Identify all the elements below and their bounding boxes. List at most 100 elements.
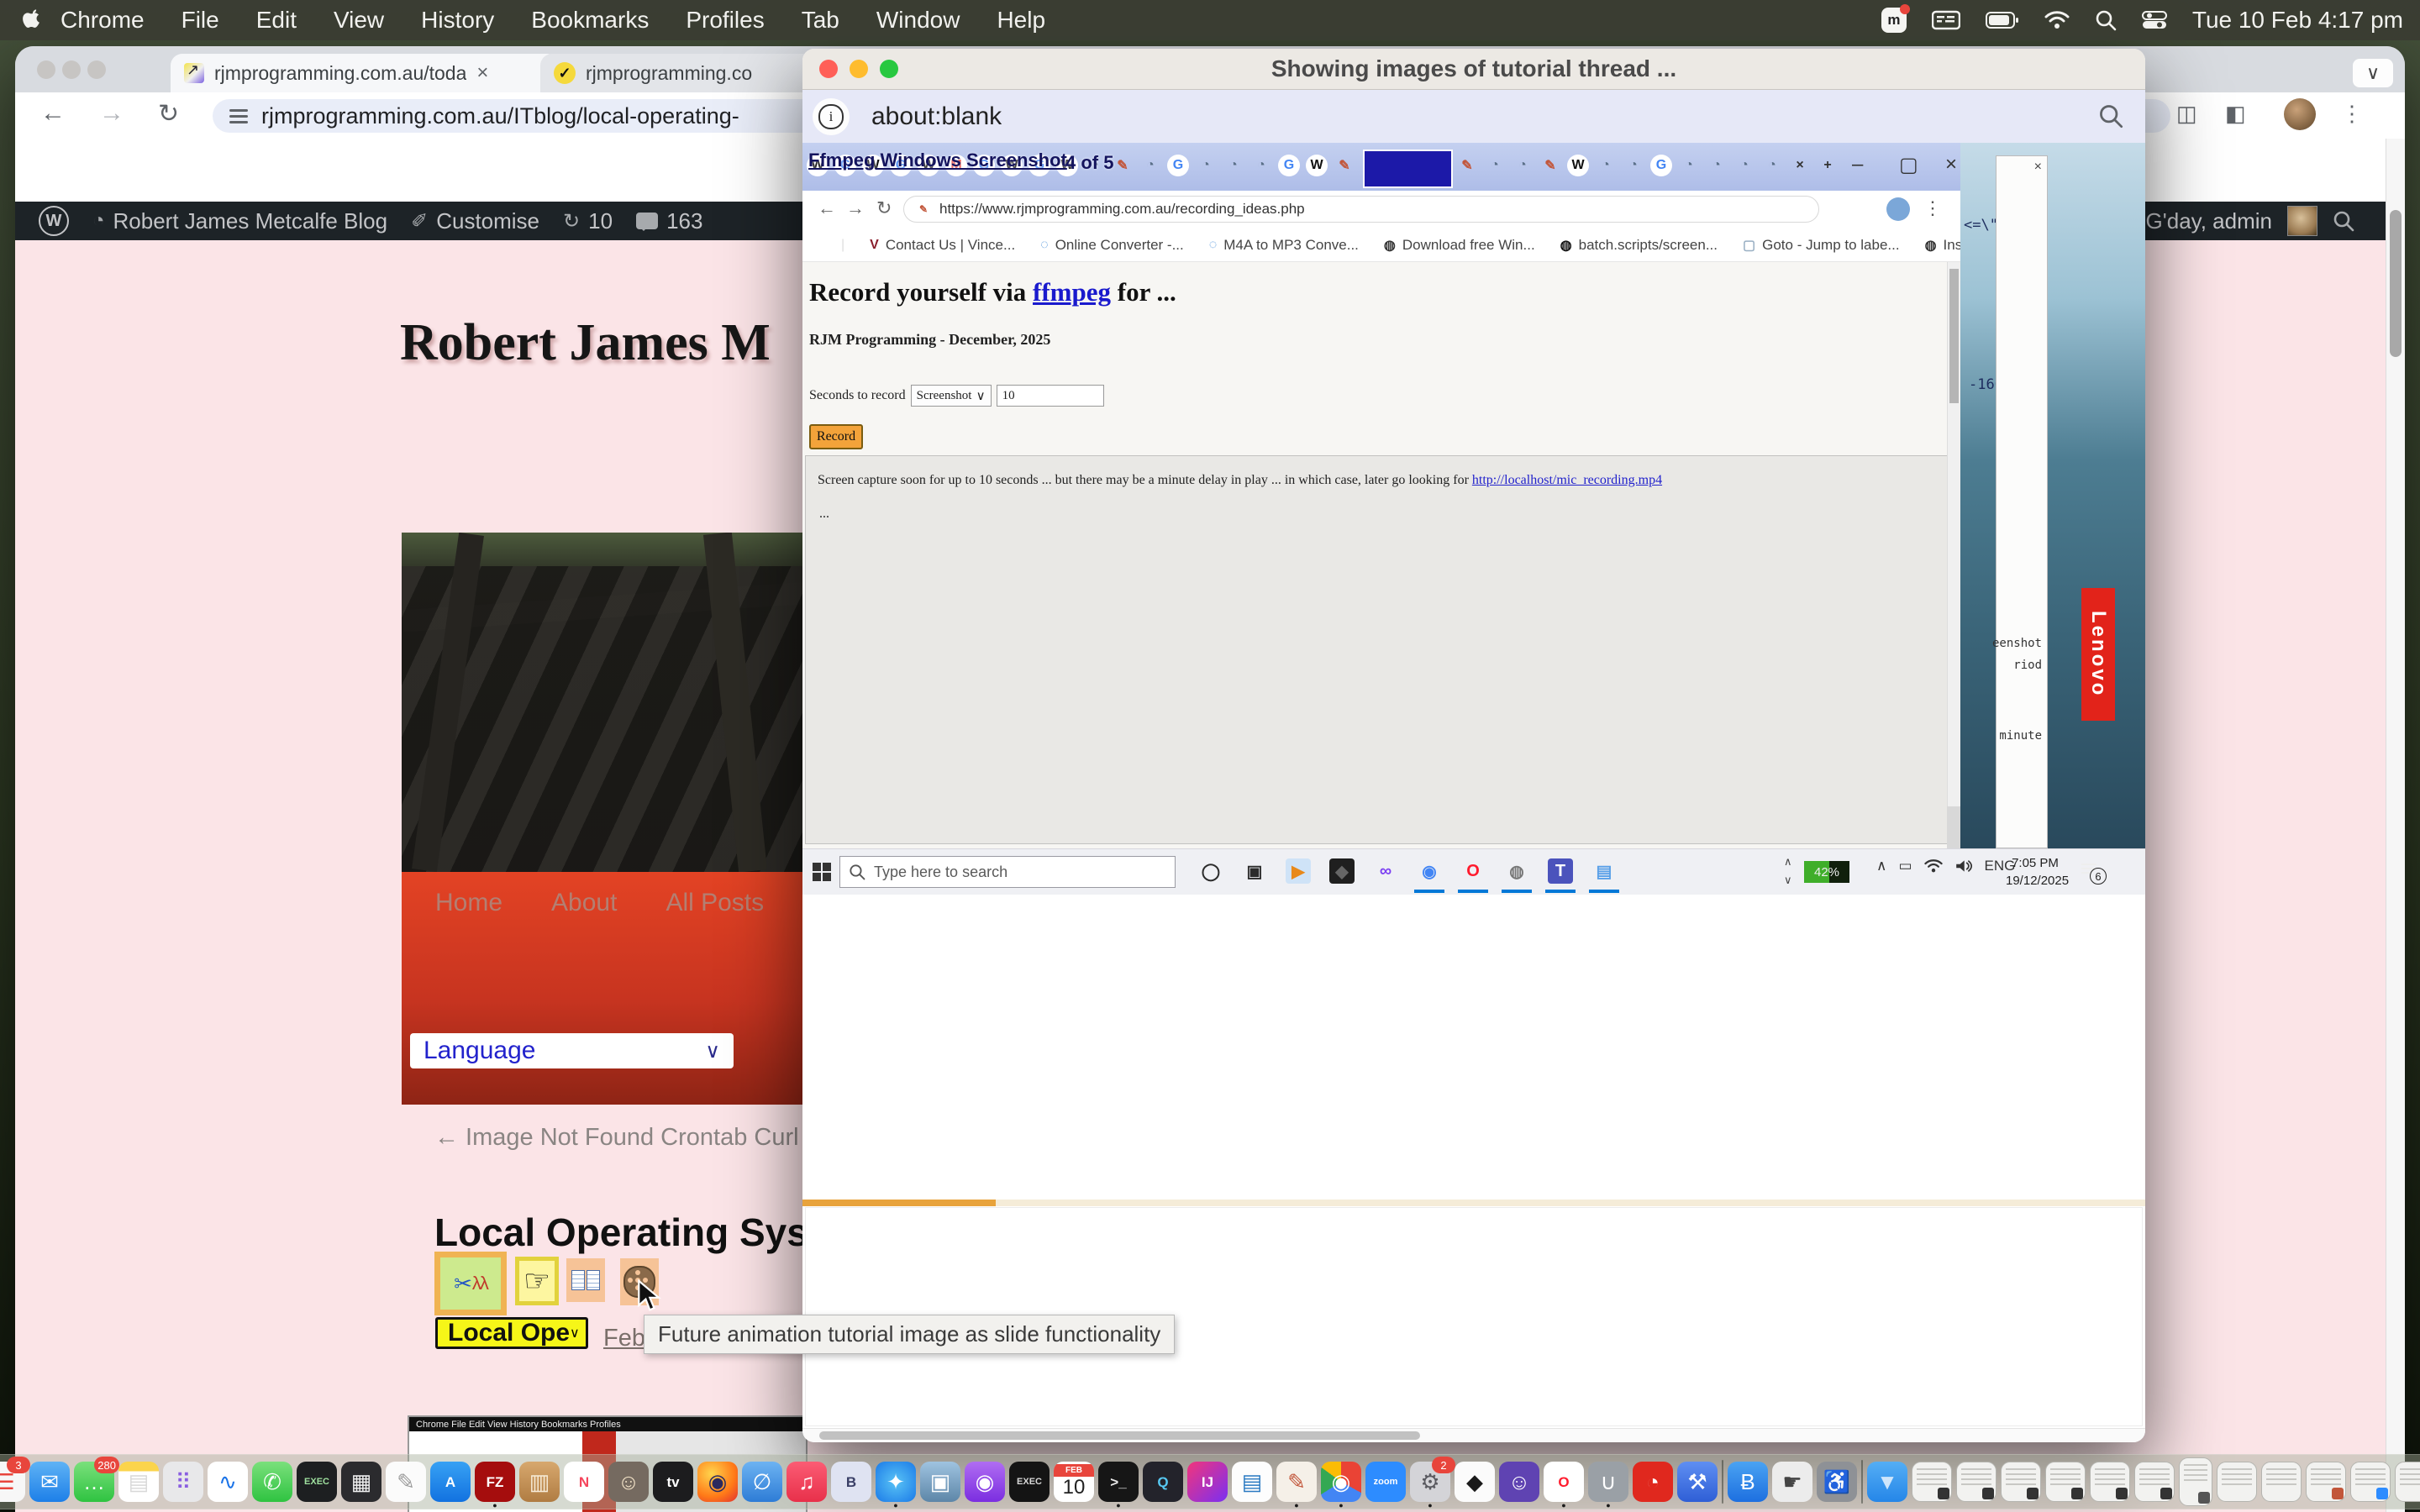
tab-favicon[interactable]: ◔ bbox=[1139, 155, 1161, 176]
battery-icon[interactable] bbox=[1986, 11, 2019, 29]
tab-favicon[interactable]: ✎ bbox=[1539, 155, 1561, 176]
bookmark-item[interactable]: V Contact Us | Vince... bbox=[870, 237, 1015, 254]
blog-site-title[interactable]: Robert James M bbox=[400, 313, 771, 373]
blocked-app[interactable]: ∅ bbox=[742, 1462, 782, 1502]
tab-search-chevron[interactable]: ∨ bbox=[2353, 59, 2393, 87]
windows-start-button[interactable] bbox=[813, 863, 831, 881]
minimized-window[interactable] bbox=[2261, 1462, 2302, 1502]
zoom-window-button[interactable] bbox=[87, 60, 106, 79]
calculator[interactable]: ▦ bbox=[341, 1462, 381, 1502]
terminal-2[interactable]: EXEC bbox=[1009, 1462, 1050, 1502]
nav-link[interactable]: All Posts bbox=[666, 889, 764, 917]
bookmark-item[interactable]: ▢ Goto - Jump to labe... bbox=[1743, 237, 1900, 254]
media-player[interactable]: ▶ bbox=[1276, 849, 1320, 893]
tab-favicon[interactable]: ◔ bbox=[1195, 155, 1217, 176]
page-scrollbar[interactable] bbox=[1947, 262, 1961, 848]
minimized-terminal-window[interactable] bbox=[2134, 1462, 2175, 1502]
tab-favicon[interactable]: + bbox=[1817, 155, 1839, 176]
browser-tab-active[interactable]: rjmprogramming.com.au/toda × bbox=[171, 54, 559, 92]
capture-type-select[interactable]: Screenshot ∨ bbox=[911, 385, 992, 407]
menu-item[interactable]: Bookmarks bbox=[531, 7, 649, 33]
popup-url-bar[interactable]: i about:blank bbox=[802, 90, 2145, 143]
admin-greeting[interactable]: G'day, admin bbox=[2146, 208, 2272, 234]
task-view[interactable]: ▣ bbox=[1233, 849, 1276, 893]
admin-avatar[interactable] bbox=[2287, 206, 2317, 236]
messages[interactable]: … 280 bbox=[74, 1462, 114, 1502]
minimized-terminal-window[interactable] bbox=[1912, 1462, 1952, 1502]
bluetooth-exchange[interactable]: Ƀ bbox=[1728, 1462, 1768, 1502]
freeform[interactable]: ∿ bbox=[208, 1462, 248, 1502]
downloads-folder[interactable]: ▼ bbox=[1867, 1462, 1907, 1502]
back-icon[interactable]: ← bbox=[40, 99, 66, 128]
admin-search-icon[interactable] bbox=[2333, 210, 2354, 232]
filezilla[interactable]: FZ ● bbox=[475, 1462, 515, 1502]
close-window-button[interactable] bbox=[37, 60, 55, 79]
tab-favicon[interactable]: ◔ bbox=[1623, 155, 1644, 176]
tab-favicon[interactable]: × bbox=[1789, 155, 1811, 176]
search-icon[interactable] bbox=[2098, 103, 2123, 129]
tune-icon[interactable] bbox=[229, 108, 248, 124]
white-circle-app[interactable]: ◍ bbox=[1495, 849, 1539, 893]
quicktime[interactable]: Q bbox=[1143, 1462, 1183, 1502]
tab-favicon[interactable]: ◔ bbox=[1223, 155, 1244, 176]
taskbar-scroll-arrows[interactable]: ∧∨ bbox=[1784, 853, 1792, 890]
keyboard-icon[interactable] bbox=[1932, 10, 1960, 30]
split-view-icon[interactable]: ◫ bbox=[2176, 101, 2197, 127]
opera[interactable]: O ● bbox=[1544, 1462, 1584, 1502]
admin-site-menu[interactable]: ◔ Robert James Metcalfe Blog bbox=[92, 208, 387, 234]
menu-item[interactable]: View bbox=[334, 7, 384, 33]
bookmark-item[interactable]: ◍ Download free Win... bbox=[1384, 237, 1535, 254]
pointing-hand-tile[interactable]: ☞ bbox=[515, 1257, 559, 1305]
kebab-menu-icon[interactable]: ⋮ bbox=[1923, 197, 1942, 219]
taskbar-clock[interactable]: 7:05 PM 19/12/2025 bbox=[2006, 854, 2065, 890]
tab-close-icon[interactable]: × bbox=[476, 61, 488, 85]
menu-item[interactable]: Edit bbox=[256, 7, 297, 33]
menu-item[interactable]: Profiles bbox=[686, 7, 764, 33]
menubar-app-icon[interactable]: m bbox=[1881, 8, 1907, 33]
minimized-window[interactable] bbox=[2217, 1462, 2257, 1502]
opera[interactable]: O bbox=[1451, 849, 1495, 893]
libreoffice[interactable]: ▤ bbox=[1232, 1462, 1272, 1502]
tab-favicon[interactable]: ✎ bbox=[1456, 155, 1478, 176]
seconds-input[interactable]: 10 bbox=[997, 385, 1104, 407]
horizontal-scrollbar[interactable] bbox=[802, 1428, 2145, 1442]
screen-recorder[interactable]: ◔ bbox=[1633, 1462, 1673, 1502]
intellij[interactable]: IJ bbox=[1187, 1462, 1228, 1502]
profile-avatar[interactable] bbox=[2284, 98, 2316, 130]
bookmark-item[interactable]: ◌ M4A to MP3 Conve... bbox=[1209, 237, 1359, 254]
tab-favicon[interactable]: ✎ bbox=[1334, 155, 1355, 176]
apple-menu-icon[interactable] bbox=[22, 8, 42, 32]
firefox[interactable]: ◉ bbox=[697, 1462, 738, 1502]
notepad[interactable]: ▤ bbox=[1582, 849, 1626, 893]
admin-comments-menu[interactable]: 163 bbox=[636, 208, 702, 234]
record-button[interactable]: Record bbox=[809, 424, 863, 449]
tab-favicon[interactable]: ◔ bbox=[1595, 155, 1617, 176]
zoom[interactable]: zoom bbox=[1365, 1462, 1406, 1502]
reload-icon[interactable]: ↻ bbox=[876, 197, 892, 219]
admin-updates-menu[interactable]: ↻ 10 bbox=[563, 208, 613, 234]
tab-favicon[interactable]: ◔ bbox=[1512, 155, 1534, 176]
black-box-app[interactable]: ◆ bbox=[1320, 849, 1364, 893]
launchpad[interactable]: ⠿ bbox=[163, 1462, 203, 1502]
profile-avatar[interactable] bbox=[1886, 197, 1910, 221]
tray-chevron-icon[interactable]: ∧ bbox=[1876, 858, 1886, 874]
facetime[interactable]: ✆ bbox=[252, 1462, 292, 1502]
nav-link[interactable]: Home bbox=[435, 889, 502, 917]
minimize-icon[interactable]: – bbox=[1852, 153, 1863, 176]
purple-pet-app[interactable]: ☺ bbox=[1499, 1462, 1539, 1502]
extensions-puzzle-icon[interactable]: ◧ bbox=[2225, 101, 2246, 127]
volume-icon[interactable] bbox=[1954, 858, 1973, 874]
tab-favicon[interactable]: G bbox=[1278, 155, 1300, 176]
podcasts[interactable]: ◉ bbox=[965, 1462, 1005, 1502]
photo-booth[interactable]: ▣ bbox=[920, 1462, 960, 1502]
apple-tv[interactable]: tv bbox=[653, 1462, 693, 1502]
tab-favicon[interactable]: W bbox=[1567, 155, 1589, 176]
tab-favicon[interactable]: ◔ bbox=[1678, 155, 1700, 176]
paintbrush[interactable]: ✎ ● bbox=[1276, 1462, 1317, 1502]
minimized-terminal-window[interactable] bbox=[2090, 1462, 2130, 1502]
gimp[interactable]: ☺ bbox=[608, 1462, 649, 1502]
post-dropdown[interactable]: Local Ope ∨ bbox=[435, 1317, 588, 1349]
textedit[interactable]: ✎ bbox=[386, 1462, 426, 1502]
reminders[interactable]: ☰ 3 bbox=[0, 1462, 25, 1502]
wifi-icon[interactable] bbox=[2044, 10, 2070, 30]
